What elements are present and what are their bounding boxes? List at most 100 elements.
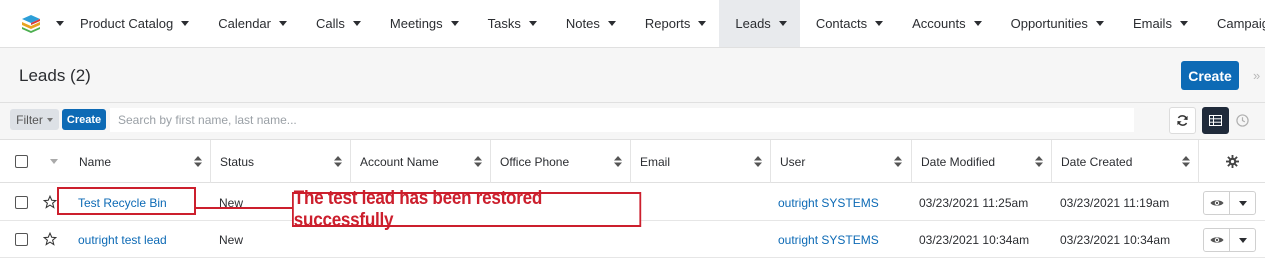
chevron-down-icon[interactable] <box>607 21 616 26</box>
column-header-email[interactable]: Email <box>630 140 771 183</box>
row-actions-dropdown[interactable] <box>1229 192 1255 214</box>
preview-button[interactable] <box>1204 229 1229 251</box>
top-navigation: Product Catalog Calendar Calls Meetings … <box>0 0 1265 48</box>
nav-label: Accounts <box>912 16 966 31</box>
nav-label: Contacts <box>815 16 868 31</box>
settings-gear-icon <box>1225 155 1239 168</box>
chevron-down-icon[interactable] <box>50 159 58 164</box>
column-header-name[interactable]: Name <box>70 140 211 183</box>
nav-emails[interactable]: Emails <box>1117 0 1201 47</box>
date-modified: 03/23/2021 11:25am <box>919 195 1029 210</box>
row-actions-dropdown[interactable] <box>1229 229 1255 251</box>
chevron-down-icon[interactable] <box>1179 21 1188 26</box>
column-settings-button[interactable] <box>1198 140 1265 183</box>
nav-reports[interactable]: Reports <box>629 0 720 47</box>
column-header-date-modified[interactable]: Date Modified <box>911 140 1052 183</box>
column-label: Date Modified <box>921 154 996 169</box>
row-action-group <box>1203 228 1256 252</box>
filter-bar: Filter Create <box>0 103 1265 140</box>
row-action-group <box>1203 191 1256 215</box>
chevron-down-icon[interactable] <box>1095 21 1104 26</box>
refresh-button[interactable] <box>1169 107 1196 134</box>
chevron-down-icon <box>1238 237 1247 243</box>
nav-calls[interactable]: Calls <box>300 0 374 47</box>
star-icon[interactable] <box>43 195 57 209</box>
row-checkbox[interactable] <box>15 233 28 246</box>
chevron-down-icon[interactable] <box>698 21 707 26</box>
search-input[interactable] <box>110 108 1134 132</box>
lead-status: New <box>219 195 244 210</box>
nav-notes[interactable]: Notes <box>550 0 629 47</box>
filter-dropdown[interactable]: Filter <box>10 109 59 130</box>
assigned-user-link[interactable]: outright SYSTEMS <box>778 184 879 221</box>
list-view-toggle[interactable] <box>1202 107 1229 134</box>
column-label: Account Name <box>360 154 439 169</box>
nav-label: Emails <box>1132 16 1172 31</box>
preview-button[interactable] <box>1204 192 1229 214</box>
nav-product-catalog[interactable]: Product Catalog <box>64 0 202 47</box>
column-header-date-created[interactable]: Date Created <box>1051 140 1199 183</box>
sort-icon <box>194 156 202 167</box>
clock-icon <box>1236 114 1249 127</box>
refresh-icon <box>1177 115 1188 126</box>
nav-campaigns[interactable]: Campaigns <box>1201 0 1265 47</box>
chevron-down-icon[interactable] <box>528 21 537 26</box>
annotation-highlight-box <box>57 187 196 215</box>
sidebar-toggle[interactable]: » <box>1253 68 1260 83</box>
row-checkbox[interactable] <box>15 196 28 209</box>
nav-accounts[interactable]: Accounts <box>896 0 994 47</box>
chevron-down-icon <box>46 117 53 122</box>
nav-tasks[interactable]: Tasks <box>472 0 550 47</box>
date-modified: 03/23/2021 10:34am <box>919 232 1030 247</box>
eye-icon <box>1210 200 1224 206</box>
create-filter-button[interactable]: Create <box>62 109 106 130</box>
nav-label: Campaigns <box>1216 16 1265 31</box>
star-icon[interactable] <box>43 232 57 246</box>
lead-name-link[interactable]: outright test lead <box>78 221 167 258</box>
chevron-down-icon[interactable] <box>450 21 459 26</box>
activity-view-toggle[interactable] <box>1229 107 1256 134</box>
app-logo-icon <box>22 14 40 33</box>
nav-label: Product Catalog <box>80 16 174 31</box>
date-created: 03/23/2021 10:34am <box>1060 232 1171 247</box>
app-logo-menu[interactable] <box>0 0 64 47</box>
column-label: Email <box>640 154 671 169</box>
nav-calendar[interactable]: Calendar <box>202 0 300 47</box>
sort-icon <box>894 156 902 167</box>
nav-opportunities[interactable]: Opportunities <box>995 0 1117 47</box>
column-header-account-name[interactable]: Account Name <box>350 140 491 183</box>
sort-icon <box>614 156 622 167</box>
chevron-down-icon[interactable] <box>778 21 787 26</box>
column-header-user[interactable]: User <box>770 140 911 183</box>
column-header-status[interactable]: Status <box>210 140 351 183</box>
lead-status: New <box>219 232 244 247</box>
assigned-user-link[interactable]: outright SYSTEMS <box>778 221 879 258</box>
nav-label: Opportunities <box>1010 16 1088 31</box>
nav-contacts[interactable]: Contacts <box>800 0 896 47</box>
nav-label: Tasks <box>487 16 521 31</box>
chevron-down-icon[interactable] <box>352 21 361 26</box>
chevron-down-icon <box>56 21 64 26</box>
sort-icon <box>334 156 342 167</box>
column-header-office-phone[interactable]: Office Phone <box>490 140 631 183</box>
chevron-down-icon[interactable] <box>181 21 190 26</box>
column-label: Date Created <box>1061 154 1133 169</box>
nav-label: Leads <box>735 16 771 31</box>
nav-leads[interactable]: Leads <box>719 0 800 47</box>
column-label: User <box>780 154 806 169</box>
column-label: Name <box>79 154 112 169</box>
eye-icon <box>1210 237 1224 243</box>
chevron-down-icon[interactable] <box>875 21 884 26</box>
chevron-down-icon[interactable] <box>279 21 287 26</box>
sort-icon <box>1182 156 1190 167</box>
column-label: Status <box>220 154 255 169</box>
chevron-down-icon[interactable] <box>973 21 982 26</box>
nav-meetings[interactable]: Meetings <box>374 0 472 47</box>
select-all-checkbox[interactable] <box>15 155 28 168</box>
grid-view-icon <box>1209 115 1222 126</box>
nav-label: Calls <box>316 16 345 31</box>
nav-label: Notes <box>565 16 600 31</box>
column-label: Office Phone <box>500 154 570 169</box>
filter-label: Filter <box>16 112 43 127</box>
create-lead-button[interactable]: Create <box>1181 61 1239 90</box>
